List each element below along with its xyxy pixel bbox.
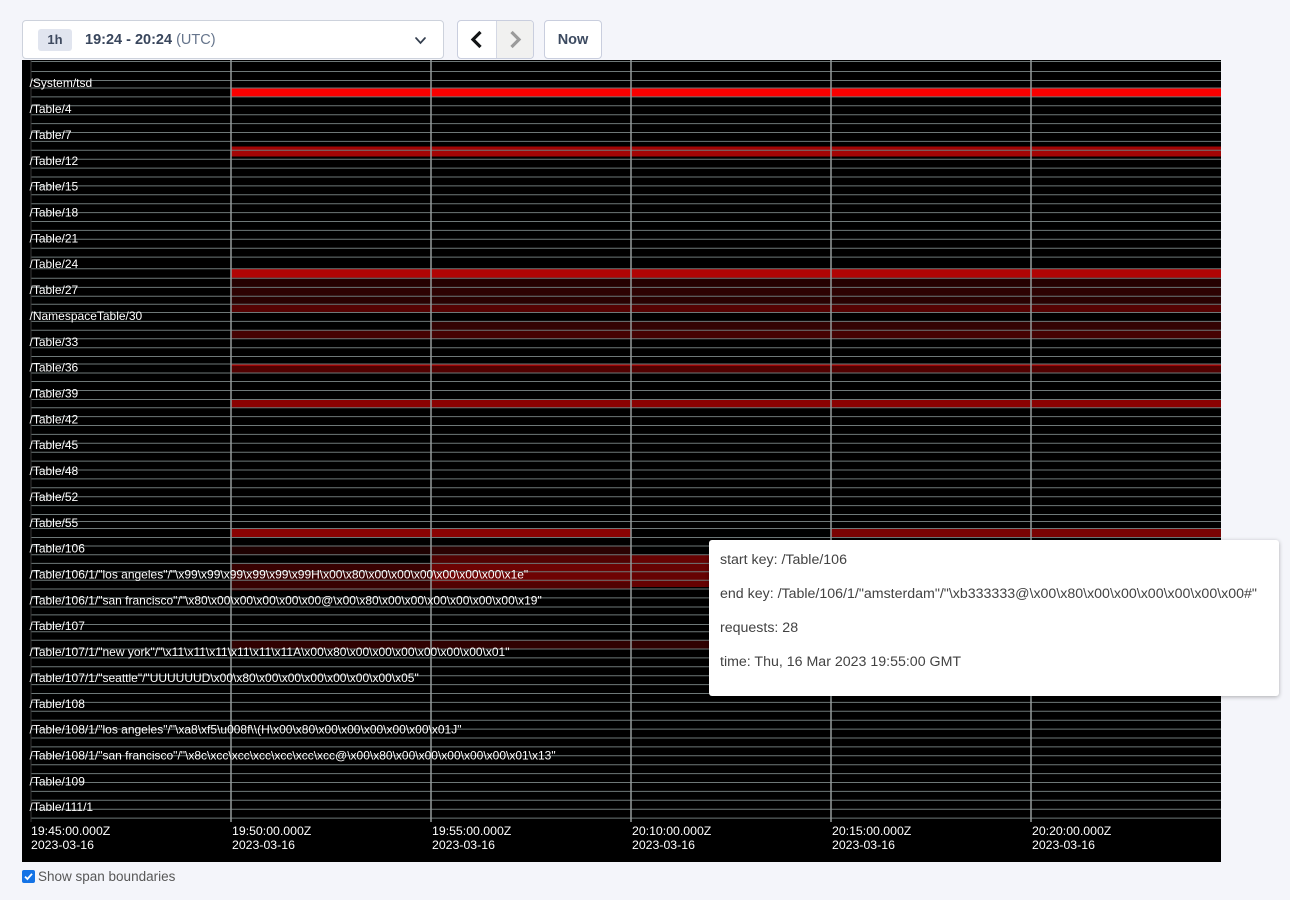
svg-text:/Table/4: /Table/4 — [30, 102, 72, 116]
svg-text:20:10:00.000Z: 20:10:00.000Z — [632, 824, 712, 838]
svg-text:/Table/111/1: /Table/111/1 — [30, 800, 94, 814]
svg-text:19:50:00.000Z: 19:50:00.000Z — [232, 824, 312, 838]
svg-text:/Table/108/1/"san francisco"/": /Table/108/1/"san francisco"/"\x8c\xcc\x… — [30, 749, 556, 763]
svg-text:20:20:00.000Z: 20:20:00.000Z — [1032, 824, 1112, 838]
svg-text:/Table/15: /Table/15 — [30, 180, 79, 194]
svg-text:/Table/33: /Table/33 — [30, 335, 79, 349]
svg-text:/Table/108: /Table/108 — [30, 697, 86, 711]
svg-text:/Table/107/1/"new york"/"\x11\: /Table/107/1/"new york"/"\x11\x11\x11\x1… — [30, 645, 510, 659]
svg-text:/Table/24: /Table/24 — [30, 257, 79, 271]
svg-text:/Table/27: /Table/27 — [30, 283, 79, 297]
svg-text:2023-03-16: 2023-03-16 — [31, 838, 94, 852]
svg-text:/Table/107/1/"seattle"/"UUUUUU: /Table/107/1/"seattle"/"UUUUUUD\x00\x80\… — [30, 671, 419, 685]
svg-text:/Table/106/1/"los angeles"/"\x: /Table/106/1/"los angeles"/"\x99\x99\x99… — [30, 568, 529, 582]
svg-text:2023-03-16: 2023-03-16 — [832, 838, 895, 852]
svg-text:/Table/106: /Table/106 — [30, 542, 86, 556]
svg-text:2023-03-16: 2023-03-16 — [1032, 838, 1095, 852]
svg-text:/Table/108/1/"los angeles"/"\x: /Table/108/1/"los angeles"/"\xa8\xf5\u00… — [30, 723, 462, 737]
svg-text:2023-03-16: 2023-03-16 — [232, 838, 295, 852]
svg-text:/Table/109: /Table/109 — [30, 774, 86, 788]
svg-text:/Table/45: /Table/45 — [30, 438, 79, 452]
svg-text:2023-03-16: 2023-03-16 — [632, 838, 695, 852]
svg-text:/Table/107: /Table/107 — [30, 619, 86, 633]
svg-text:/Table/52: /Table/52 — [30, 490, 79, 504]
svg-text:/Table/42: /Table/42 — [30, 412, 79, 426]
svg-text:19:55:00.000Z: 19:55:00.000Z — [432, 824, 512, 838]
svg-text:20:15:00.000Z: 20:15:00.000Z — [832, 824, 912, 838]
svg-text:/Table/21: /Table/21 — [30, 231, 79, 245]
svg-text:2023-03-16: 2023-03-16 — [432, 838, 495, 852]
svg-text:/System/tsd: /System/tsd — [30, 76, 93, 90]
svg-text:/Table/55: /Table/55 — [30, 516, 79, 530]
svg-text:19:45:00.000Z: 19:45:00.000Z — [31, 824, 111, 838]
svg-text:/Table/48: /Table/48 — [30, 464, 79, 478]
svg-text:/Table/106/1/"san francisco"/": /Table/106/1/"san francisco"/"\x80\x00\x… — [30, 593, 542, 607]
svg-text:/Table/36: /Table/36 — [30, 361, 79, 375]
svg-text:/NamespaceTable/30: /NamespaceTable/30 — [30, 309, 143, 323]
svg-text:/Table/12: /Table/12 — [30, 154, 79, 168]
svg-text:/Table/18: /Table/18 — [30, 206, 79, 220]
svg-text:/Table/7: /Table/7 — [30, 128, 72, 142]
svg-text:/Table/39: /Table/39 — [30, 387, 79, 401]
